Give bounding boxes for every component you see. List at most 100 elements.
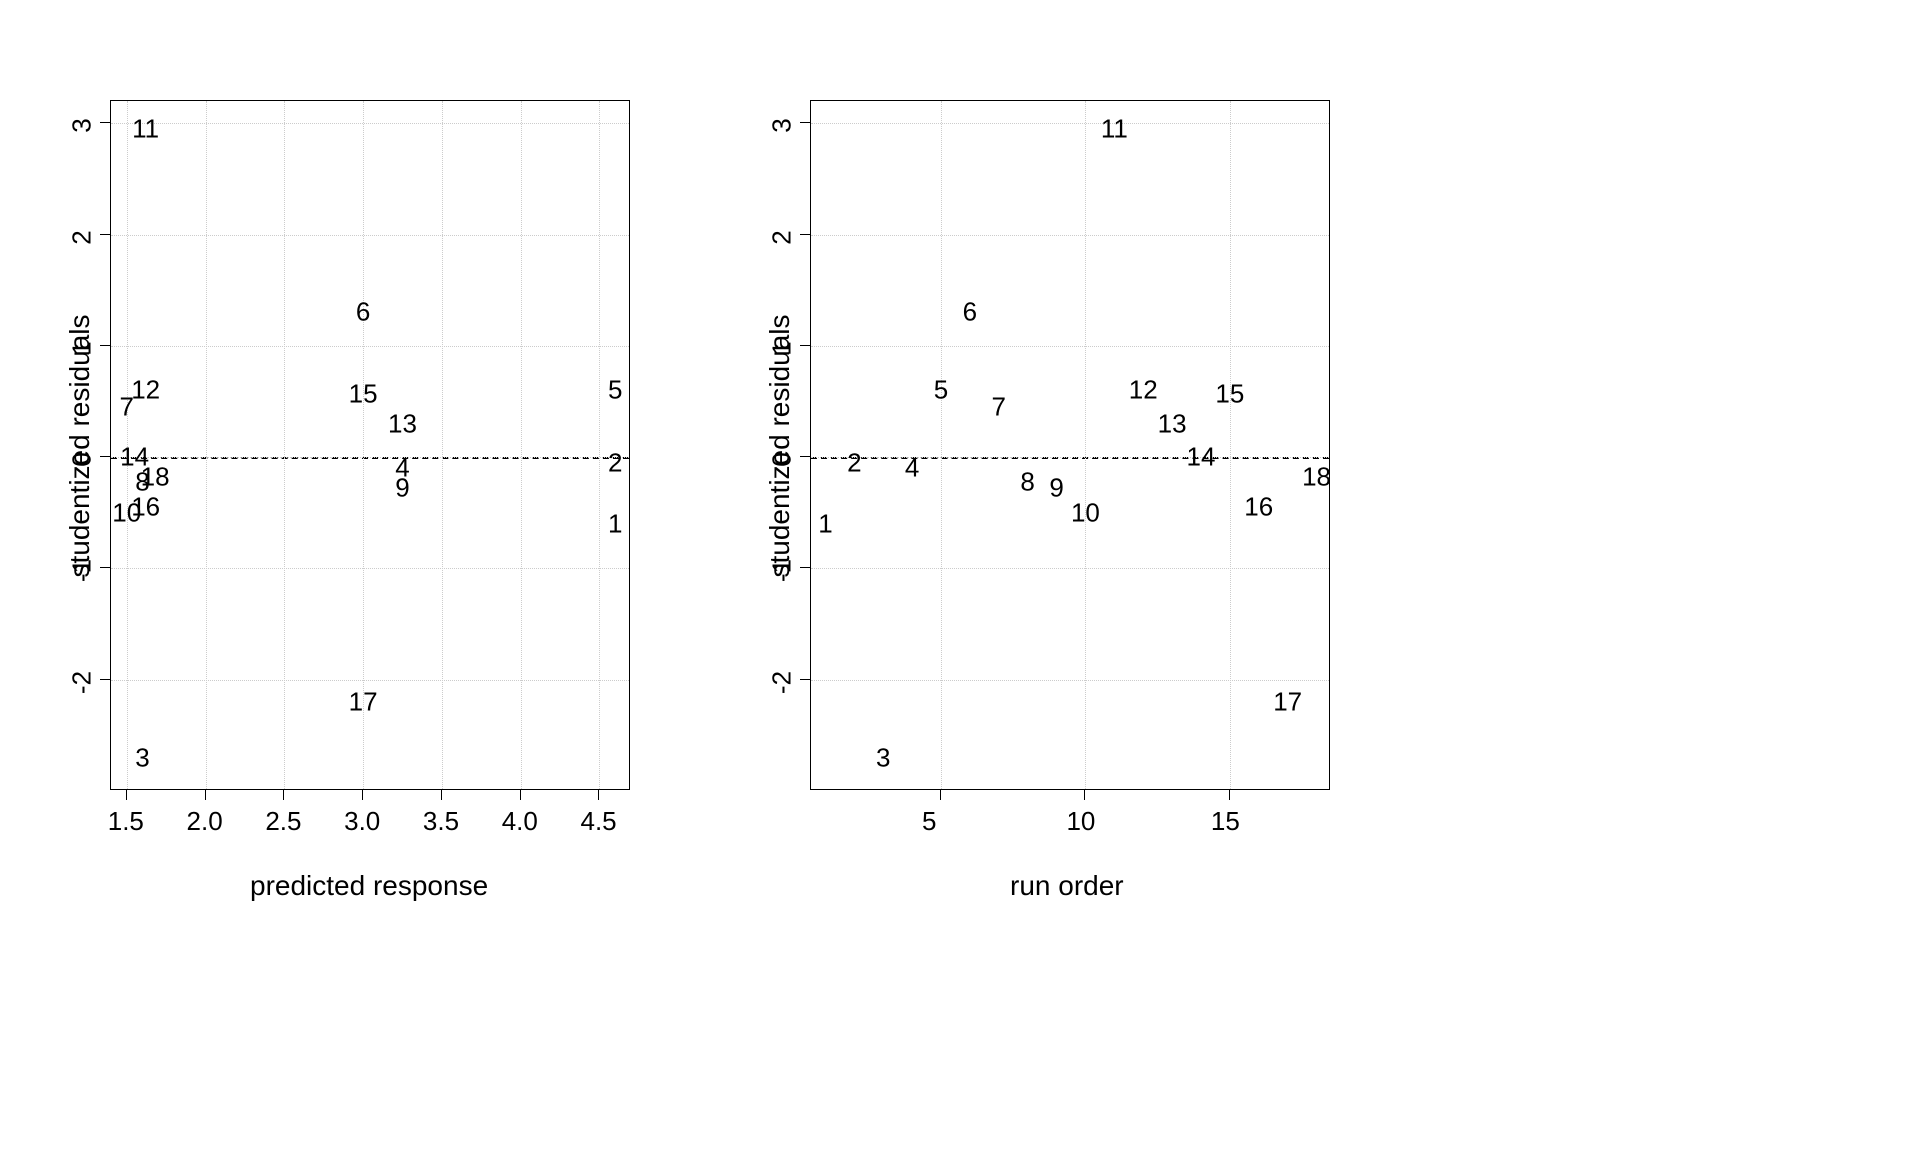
gridline-horizontal [811,457,1329,458]
data-point-label: 8 [1020,466,1034,497]
x-tick-label: 4.5 [580,806,616,837]
data-point-label: 12 [1129,375,1158,406]
x-tick-label: 2.5 [265,806,301,837]
gridline-horizontal [111,680,629,681]
data-point-label: 18 [141,462,170,493]
tick-mark-x [520,790,521,800]
x-tick-label: 3.5 [423,806,459,837]
data-point-label: 4 [905,453,919,484]
tick-mark-y [100,345,110,346]
tick-mark-y [800,122,810,123]
gridline-horizontal [811,680,1329,681]
data-point-label: 3 [876,742,890,773]
y-tick-label: 2 [767,217,798,257]
data-point-label: 13 [388,408,417,439]
data-point-label: 13 [1158,408,1187,439]
data-point-label: 18 [1302,462,1331,493]
y-tick-label: 3 [67,106,98,146]
data-point-label: 15 [1215,378,1244,409]
data-point-label: 2 [847,447,861,478]
gridline-horizontal [811,123,1329,124]
tick-mark-x [126,790,127,800]
gridline-horizontal [111,457,629,458]
tick-mark-x [940,790,941,800]
data-point-label: 2 [608,447,622,478]
gridline-horizontal [111,235,629,236]
data-point-label: 17 [349,686,378,717]
tick-mark-x [598,790,599,800]
gridline-vertical [284,101,285,789]
x-tick-label: 4.0 [502,806,538,837]
gridline-vertical [1085,101,1086,789]
data-point-label: 1 [818,508,832,539]
x-tick-label: 5 [922,806,936,837]
gridline-horizontal [811,235,1329,236]
y-tick-label: -2 [67,662,98,702]
data-point-label: 15 [349,378,378,409]
y-tick-label: -1 [67,551,98,591]
gridline-horizontal [111,568,629,569]
gridline-vertical [1230,101,1231,789]
data-point-label: 11 [1101,113,1128,144]
data-point-label: 16 [1244,492,1273,523]
y-tick-label: 0 [767,440,798,480]
tick-mark-x [1229,790,1230,800]
gridline-horizontal [811,568,1329,569]
data-point-label: 9 [1049,473,1063,504]
data-point-label: 1 [608,508,622,539]
data-point-label: 12 [131,375,160,406]
gridline-horizontal [111,346,629,347]
tick-mark-y [100,234,110,235]
tick-mark-x [1084,790,1085,800]
y-tick-label: 1 [67,328,98,368]
tick-mark-y [100,567,110,568]
tick-mark-y [800,456,810,457]
y-tick-label: 3 [767,106,798,146]
scatter-plot-right: 123456789101112131415161718 [810,100,1330,790]
tick-mark-x [205,790,206,800]
data-point-label: 14 [1187,442,1216,473]
data-point-label: 5 [608,375,622,406]
x-tick-label: 10 [1066,806,1095,837]
x-tick-label: 3.0 [344,806,380,837]
x-axis-label-right: run order [1010,870,1124,902]
gridline-vertical [521,101,522,789]
y-tick-label: 0 [67,440,98,480]
scatter-plot-left: 123456789101112131415161718 [110,100,630,790]
gridline-vertical [941,101,942,789]
y-tick-label: -1 [767,551,798,591]
tick-mark-y [100,122,110,123]
tick-mark-x [441,790,442,800]
tick-mark-y [800,234,810,235]
gridline-horizontal [111,123,629,124]
data-point-label: 9 [395,473,409,504]
data-point-label: 3 [135,742,149,773]
y-tick-label: 1 [767,328,798,368]
gridline-horizontal [811,346,1329,347]
data-point-label: 10 [1071,497,1100,528]
data-point-label: 7 [992,392,1006,423]
tick-mark-y [100,679,110,680]
y-tick-label: -2 [767,662,798,702]
data-point-label: 11 [132,113,159,144]
tick-mark-x [362,790,363,800]
gridline-vertical [442,101,443,789]
tick-mark-y [800,679,810,680]
x-tick-label: 15 [1211,806,1240,837]
x-tick-label: 2.0 [187,806,223,837]
data-point-label: 5 [934,375,948,406]
x-axis-label-left: predicted response [250,870,488,902]
tick-mark-x [283,790,284,800]
gridline-vertical [599,101,600,789]
chart-canvas: 123456789101112131415161718 studentized … [0,0,1920,1152]
y-tick-label: 2 [67,217,98,257]
tick-mark-y [800,567,810,568]
data-point-label: 16 [131,492,160,523]
gridline-vertical [206,101,207,789]
data-point-label: 6 [963,297,977,328]
tick-mark-y [800,345,810,346]
data-point-label: 6 [356,297,370,328]
x-tick-label: 1.5 [108,806,144,837]
data-point-label: 17 [1273,686,1302,717]
tick-mark-y [100,456,110,457]
